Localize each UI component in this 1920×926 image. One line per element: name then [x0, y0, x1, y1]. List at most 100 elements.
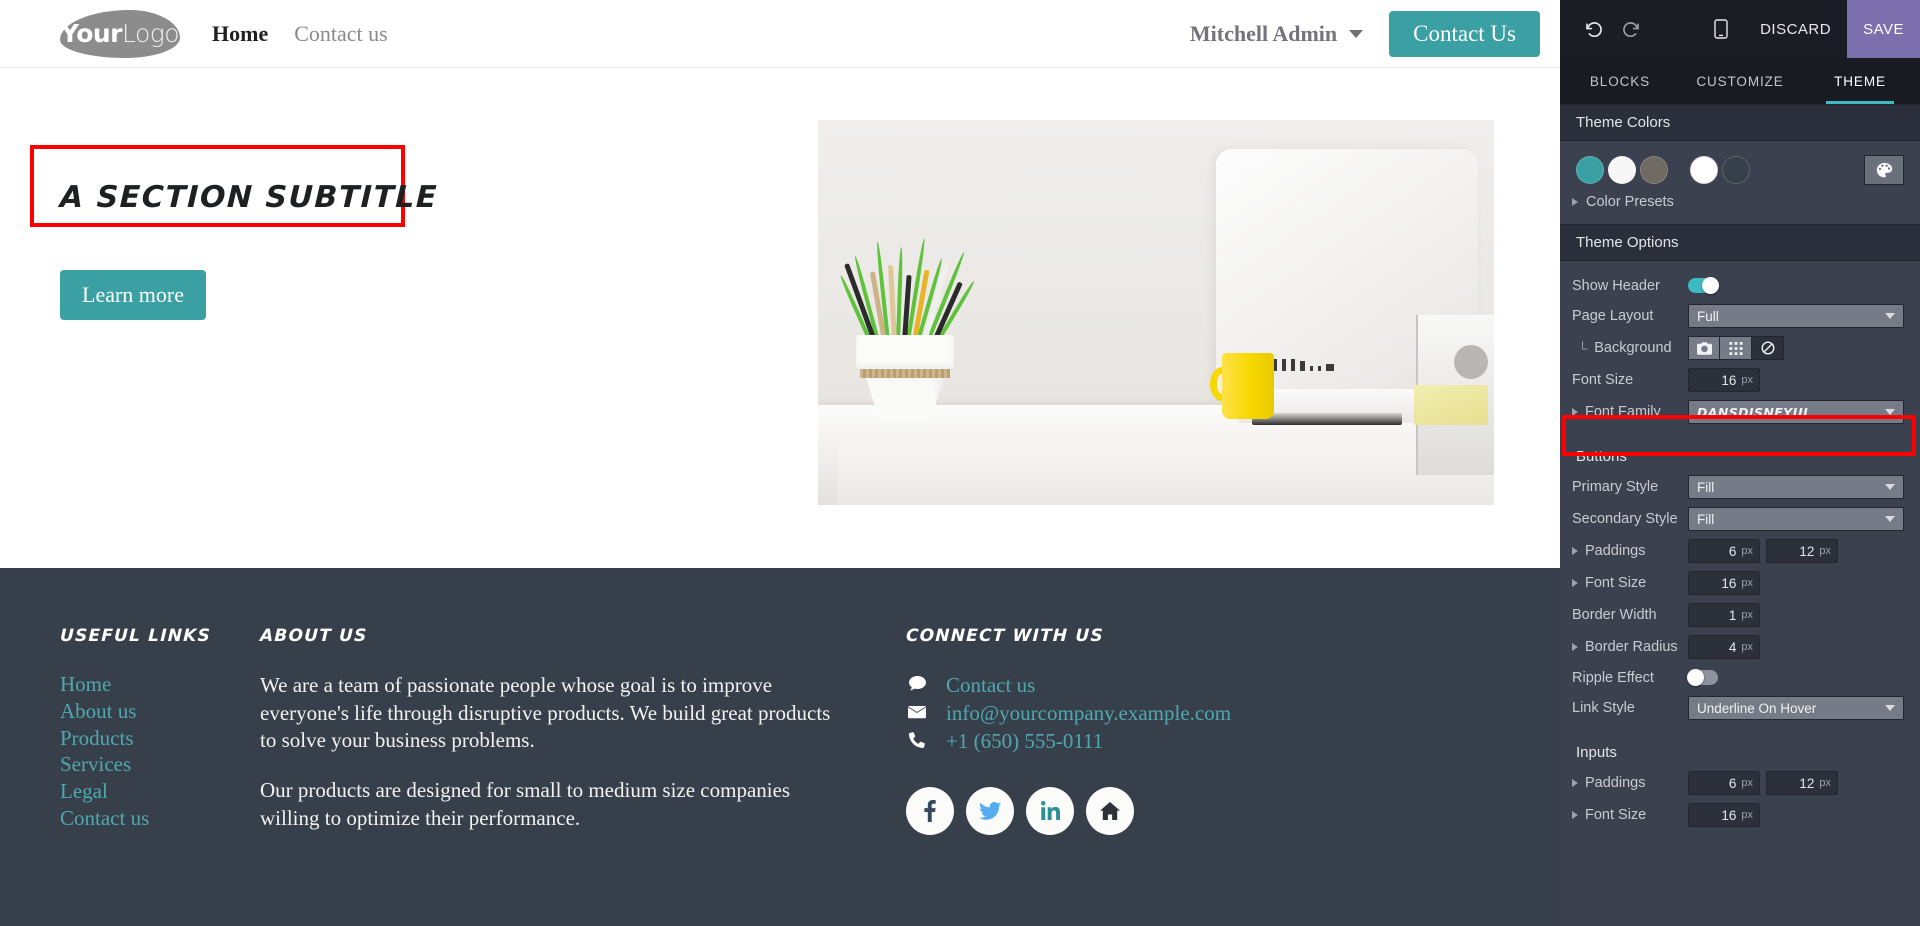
chevron-down-icon [1349, 29, 1364, 38]
color-swatch-light[interactable] [1690, 156, 1718, 184]
footer-link-home[interactable]: Home [60, 672, 260, 697]
discard-button[interactable]: DISCARD [1744, 0, 1847, 58]
learn-more-button[interactable]: Learn more [60, 270, 206, 320]
expand-triangle-icon [1572, 579, 1578, 587]
footer-link-legal[interactable]: Legal [60, 779, 260, 804]
label-font-family: Font Family [1572, 404, 1688, 420]
toggle-show-header[interactable] [1688, 277, 1719, 294]
footer-column-connect-with-us: CONNECT WITH US Contact us info@yourcomp… [840, 626, 1500, 916]
none-icon[interactable] [1752, 336, 1784, 360]
input-border-radius-unit: px [1741, 641, 1753, 653]
footer-link-about-us[interactable]: About us [60, 699, 260, 724]
input-inputs-padding-vertical[interactable]: 6 px [1688, 771, 1760, 795]
toggle-ripple-effect[interactable] [1687, 669, 1718, 686]
footer-about-paragraph-1: We are a team of passionate people whose… [260, 673, 831, 753]
input-buttons-padding-horizontal[interactable]: 12 px [1766, 539, 1838, 563]
home-icon[interactable] [1086, 786, 1134, 835]
input-border-radius[interactable]: 4 px [1688, 635, 1760, 659]
input-inputs-padding-horizontal[interactable]: 12 px [1766, 771, 1838, 795]
editor-tabs: BLOCKS CUSTOMIZE THEME [1560, 58, 1920, 104]
tab-theme[interactable]: THEME [1800, 58, 1920, 104]
facebook-icon[interactable] [906, 786, 954, 835]
footer-link-services[interactable]: Services [60, 752, 260, 777]
color-presets-row[interactable]: Color Presets [1560, 187, 1920, 212]
footer-link-contact-us[interactable]: Contact us [60, 806, 260, 831]
input-border-radius-value: 4 [1728, 639, 1737, 655]
footer-contact-list: Contact us info@yourcompany.example.com … [906, 672, 1500, 755]
footer-about-paragraph-2: Our products are designed for small to m… [260, 778, 791, 830]
input-border-width[interactable]: 1 px [1688, 603, 1760, 627]
select-page-layout[interactable]: Full [1688, 304, 1904, 328]
pattern-icon[interactable] [1720, 336, 1752, 360]
chevron-down-icon [1885, 516, 1895, 522]
footer-column-about-us: ABOUT US We are a team of passionate peo… [260, 626, 840, 916]
contact-link-phone[interactable]: +1 (650) 555-0111 [946, 728, 1103, 755]
hero-desk-photo[interactable] [818, 120, 1494, 505]
contact-link-contact-us[interactable]: Contact us [946, 672, 1035, 699]
hero-subtitle-wrap: A SECTION SUBTITLE [30, 145, 439, 227]
input-inputs-padding-vertical-value: 6 [1728, 775, 1737, 791]
logo-text-part1: Your [60, 19, 123, 48]
save-button[interactable]: SAVE [1847, 0, 1920, 58]
input-buttons-padding-vertical[interactable]: 6 px [1688, 539, 1760, 563]
contact-link-email[interactable]: info@yourcompany.example.com [946, 700, 1231, 727]
mobile-preview-icon[interactable] [1698, 0, 1744, 58]
color-swatch-primary[interactable] [1576, 156, 1604, 184]
color-swatch-secondary[interactable] [1608, 156, 1636, 184]
site-nav: Home Contact us [212, 21, 388, 47]
twitter-icon[interactable] [966, 786, 1014, 835]
user-menu[interactable]: Mitchell Admin [1190, 21, 1364, 47]
select-secondary-style-value: Fill [1697, 511, 1715, 527]
toggle-knob [1702, 277, 1719, 294]
contact-row-contact-us: Contact us [906, 672, 1500, 699]
photo-keyboard [1252, 413, 1402, 425]
nav-item-contact-us[interactable]: Contact us [294, 21, 388, 47]
input-inputs-padding-vertical-unit: px [1741, 777, 1753, 789]
theme-color-swatches [1560, 151, 1920, 187]
chevron-down-icon [1885, 313, 1895, 319]
footer-link-products[interactable]: Products [60, 726, 260, 751]
row-buttons-font-size: Font Size 16 px [1560, 567, 1920, 599]
label-border-radius: Border Radius [1572, 639, 1688, 655]
tab-blocks[interactable]: BLOCKS [1560, 58, 1680, 104]
row-background: └ Background [1560, 332, 1920, 364]
row-border-radius: Border Radius 4 px [1560, 631, 1920, 663]
section-theme-colors: Color Presets [1560, 141, 1920, 224]
header-contact-us-button[interactable]: Contact Us [1389, 10, 1540, 57]
undo-icon[interactable] [1574, 10, 1612, 48]
photo-mug-body [1222, 353, 1274, 419]
linkedin-icon[interactable] [1026, 786, 1074, 835]
nav-item-home[interactable]: Home [212, 21, 268, 47]
input-buttons-font-size[interactable]: 16 px [1688, 571, 1760, 595]
expand-triangle-icon [1572, 408, 1578, 416]
expand-triangle-icon [1572, 779, 1578, 787]
label-background: └ Background [1572, 340, 1688, 356]
photo-pot-rope [860, 369, 950, 378]
editor-toolbar-right: DISCARD SAVE [1698, 0, 1920, 58]
section-heading-buttons: Buttons [1576, 448, 1627, 465]
select-font-family[interactable]: DANSDISNEYUI [1688, 400, 1904, 424]
input-inputs-font-size[interactable]: 16 px [1688, 803, 1760, 827]
input-theme-font-size[interactable]: 16 px [1688, 368, 1760, 392]
section-heading-inputs: Inputs [1576, 744, 1617, 761]
label-font-family-text: Font Family [1585, 404, 1661, 420]
select-link-style[interactable]: Underline On Hover [1688, 696, 1904, 720]
input-inputs-padding-horizontal-unit: px [1819, 777, 1831, 789]
color-swatch-dark[interactable] [1722, 156, 1750, 184]
tab-customize[interactable]: CUSTOMIZE [1680, 58, 1800, 104]
row-show-header: Show Header [1560, 271, 1920, 300]
color-swatch-alpha[interactable] [1640, 156, 1668, 184]
redo-icon[interactable] [1612, 10, 1650, 48]
row-inputs-font-size: Font Size 16 px [1560, 799, 1920, 831]
image-icon[interactable] [1688, 336, 1720, 360]
select-primary-style[interactable]: Fill [1688, 475, 1904, 499]
site-logo[interactable]: Your Logo [60, 9, 180, 58]
label-inputs-font-size-text: Font Size [1585, 807, 1647, 823]
row-secondary-style: Secondary Style Fill [1560, 503, 1920, 535]
hero-section-subtitle[interactable]: A SECTION SUBTITLE [59, 180, 438, 215]
contact-row-email: info@yourcompany.example.com [906, 700, 1500, 727]
palette-icon[interactable] [1864, 155, 1904, 185]
photo-sticky-notes [1414, 385, 1488, 425]
select-secondary-style[interactable]: Fill [1688, 507, 1904, 531]
select-primary-style-value: Fill [1697, 479, 1715, 495]
